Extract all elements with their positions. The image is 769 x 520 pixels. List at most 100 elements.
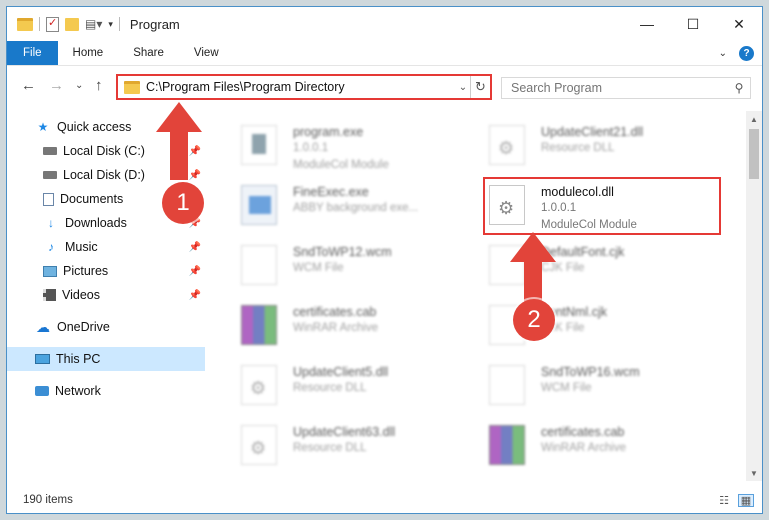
dll-file-icon xyxy=(241,365,277,405)
sidebar-item-documents[interactable]: Documents 📌 xyxy=(7,187,205,211)
pin-icon[interactable]: 📌 xyxy=(189,290,201,301)
search-input[interactable] xyxy=(511,81,728,95)
network-icon xyxy=(35,386,49,396)
executable-icon xyxy=(241,185,277,225)
file-name: UpdateClient21.dll xyxy=(541,125,644,139)
document-icon xyxy=(43,192,54,206)
sidebar-item-music[interactable]: ♪ Music 📌 xyxy=(7,235,205,259)
file-name: UpdateClient63.dll xyxy=(293,425,396,439)
file-detail: Resource DLL xyxy=(293,442,367,454)
back-button[interactable]: ← xyxy=(21,77,36,94)
address-path[interactable]: C:\Program Files\Program Directory xyxy=(146,80,456,94)
pin-icon[interactable]: 📌 xyxy=(189,242,201,253)
file-tile[interactable]: DefaultFont.cjk CJK File xyxy=(471,237,711,293)
sidebar-item-onedrive[interactable]: ☁ OneDrive xyxy=(7,315,205,339)
file-detail: WinRAR Archive xyxy=(541,442,626,454)
new-folder-icon[interactable] xyxy=(65,17,79,31)
pin-icon[interactable]: 📌 xyxy=(189,218,201,229)
file-tile[interactable]: UpdateClient21.dll Resource DLL xyxy=(471,117,711,173)
window-title: Program xyxy=(129,16,180,32)
sidebar-item-videos[interactable]: Videos 📌 xyxy=(7,283,205,307)
details-view-icon[interactable]: ☷ xyxy=(716,494,732,507)
file-tile[interactable]: UpdateClient63.dll Resource DLL xyxy=(223,417,463,473)
item-count: 190 items xyxy=(23,494,73,506)
dll-file-icon xyxy=(489,125,525,165)
scroll-thumb[interactable] xyxy=(749,129,759,179)
file-detail: WinRAR Archive xyxy=(293,322,378,334)
scroll-up-icon[interactable]: ▲ xyxy=(746,111,762,127)
sidebar-item-downloads[interactable]: ↓ Downloads 📌 xyxy=(7,211,205,235)
folder-icon xyxy=(124,80,140,94)
dll-file-icon xyxy=(241,425,277,465)
close-button[interactable]: ✕ xyxy=(716,7,762,41)
file-icon xyxy=(489,245,525,285)
tab-home[interactable]: Home xyxy=(58,41,119,65)
file-tile[interactable]: certificates.cab WinRAR Archive xyxy=(223,297,463,353)
vertical-scrollbar[interactable]: ▲ ▼ xyxy=(746,111,762,481)
sidebar-item-quick-access[interactable]: ★ Quick access xyxy=(7,115,205,139)
file-tile[interactable]: SndToWP12.wcm WCM File xyxy=(223,237,463,293)
refresh-icon[interactable]: ↻ xyxy=(470,76,490,98)
file-detail: CJK File xyxy=(541,322,585,334)
help-icon[interactable]: ? xyxy=(739,46,754,61)
scroll-down-icon[interactable]: ▼ xyxy=(746,465,762,481)
customize-toolbar-icon[interactable]: ▾ xyxy=(108,19,113,30)
disk-icon xyxy=(43,147,57,155)
ribbon-tabs: File Home Share View ⌄ ? xyxy=(7,41,762,66)
ribbon-right-controls: ⌄ ? xyxy=(719,46,754,61)
file-detail: ModuleCol Module xyxy=(293,159,389,171)
sidebar-item-label: Quick access xyxy=(57,120,132,134)
tab-file[interactable]: File xyxy=(7,41,58,65)
file-icon xyxy=(489,365,525,405)
file-tile[interactable]: FontNml.cjk CJK File xyxy=(471,297,711,353)
sidebar-item-local-disk-c[interactable]: Local Disk (C:) 📌 xyxy=(7,139,205,163)
view-options-icon[interactable]: ▤▾ xyxy=(85,17,102,31)
tiles-view-icon[interactable]: ▦ xyxy=(738,493,754,507)
sidebar-item-network[interactable]: Network xyxy=(7,379,205,403)
file-name: SndToWP12.wcm xyxy=(293,245,392,259)
address-bar[interactable]: C:\Program Files\Program Directory ⌄ ↻ xyxy=(116,74,492,100)
toolbar-divider xyxy=(118,17,120,31)
pin-icon[interactable]: 📌 xyxy=(189,146,201,157)
file-tile[interactable]: SndToWP16.wcm WCM File xyxy=(471,357,711,413)
maximize-button[interactable]: ☐ xyxy=(670,7,716,41)
file-name: SndToWP16.wcm xyxy=(541,365,640,379)
tab-share[interactable]: Share xyxy=(118,41,179,65)
sidebar-item-this-pc[interactable]: This PC xyxy=(7,347,205,371)
file-tile[interactable]: UpdateClient5.dll Resource DLL xyxy=(223,357,463,413)
minimize-button[interactable]: — xyxy=(624,7,670,41)
file-detail: Resource DLL xyxy=(541,142,615,154)
pin-icon[interactable]: 📌 xyxy=(189,194,201,205)
navigation-pane: ★ Quick access Local Disk (C:) 📌 Local D… xyxy=(7,111,207,481)
pc-icon xyxy=(35,354,50,364)
sidebar-item-label: This PC xyxy=(56,352,101,366)
file-list: program.exe 1.0.0.1 ModuleCol Module Upd… xyxy=(215,111,745,481)
properties-icon[interactable] xyxy=(46,16,59,32)
expand-ribbon-icon[interactable]: ⌄ xyxy=(719,48,727,59)
file-name: certificates.cab xyxy=(293,305,377,319)
sidebar-item-label: Local Disk (D:) xyxy=(63,168,145,182)
application-icon xyxy=(241,125,277,165)
pin-icon[interactable]: 📌 xyxy=(189,266,201,277)
pin-icon[interactable]: 📌 xyxy=(189,170,201,181)
star-icon: ★ xyxy=(37,120,49,134)
address-dropdown-icon[interactable]: ⌄ xyxy=(456,82,470,93)
tab-view[interactable]: View xyxy=(179,41,234,65)
archive-icon xyxy=(489,425,525,465)
up-button[interactable]: ↑ xyxy=(95,77,103,94)
music-icon: ♪ xyxy=(48,240,54,254)
file-tile[interactable]: program.exe 1.0.0.1 ModuleCol Module xyxy=(223,117,463,173)
sidebar-item-local-disk-d[interactable]: Local Disk (D:) 📌 xyxy=(7,163,205,187)
recent-locations-button[interactable]: ⌄ xyxy=(75,80,83,91)
file-tile[interactable]: certificates.cab WinRAR Archive xyxy=(471,417,711,473)
search-box[interactable]: ⚲ xyxy=(501,77,751,99)
file-name: FontNml.cjk xyxy=(541,305,607,319)
videos-icon xyxy=(43,289,56,301)
file-detail: WCM File xyxy=(293,262,344,274)
file-detail: 1.0.0.1 xyxy=(293,142,329,154)
forward-button[interactable]: → xyxy=(49,77,64,94)
search-icon[interactable]: ⚲ xyxy=(728,81,750,95)
file-tile[interactable]: FineExec.exe ABBY background exe... xyxy=(223,177,463,233)
disk-icon xyxy=(43,171,57,179)
sidebar-item-pictures[interactable]: Pictures 📌 xyxy=(7,259,205,283)
